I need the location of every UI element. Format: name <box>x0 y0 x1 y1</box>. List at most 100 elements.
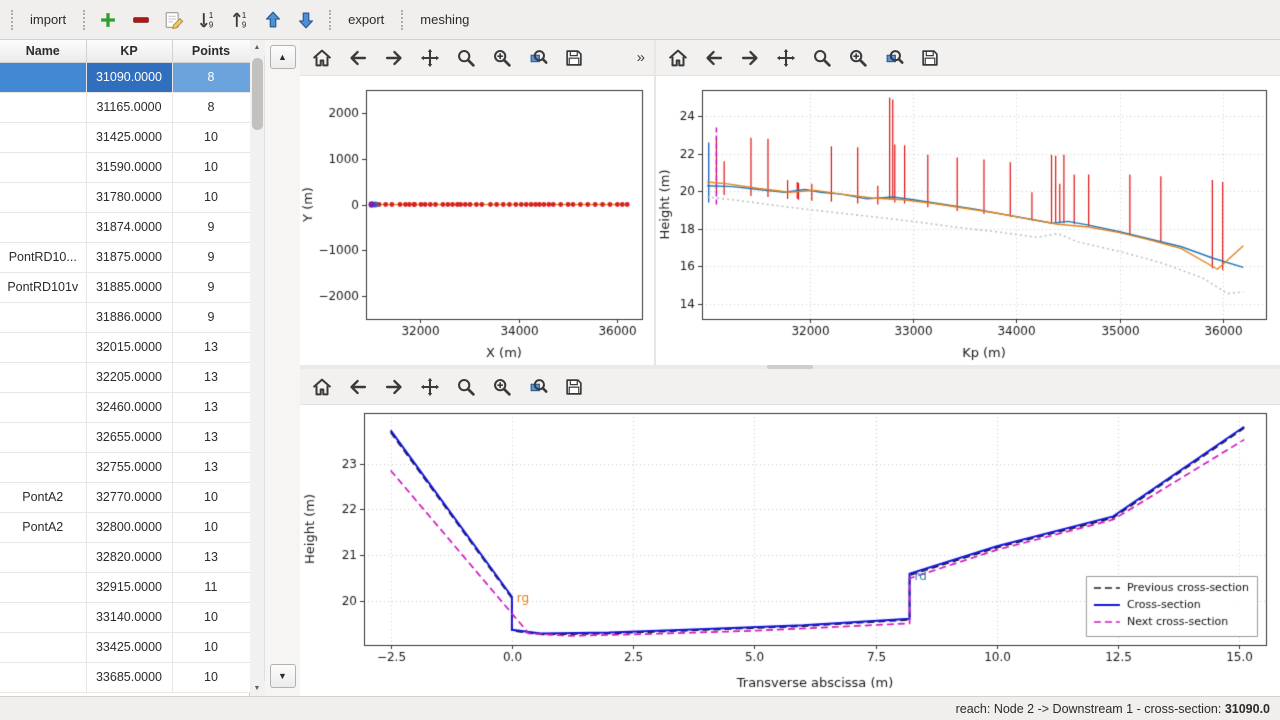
table-cell-kp[interactable]: 31090.0000 <box>86 62 172 92</box>
table-cell-kp[interactable]: 32800.0000 <box>86 512 172 542</box>
table-cell-points[interactable]: 10 <box>172 182 250 212</box>
move-row-down-button[interactable]: ▼ <box>270 664 296 688</box>
table-cell-points[interactable]: 13 <box>172 542 250 572</box>
back-button[interactable] <box>341 372 375 402</box>
table-row[interactable]: 33685.000010 <box>0 662 250 692</box>
table-cell-name[interactable] <box>0 632 86 662</box>
table-cell-points[interactable]: 8 <box>172 92 250 122</box>
table-cell-kp[interactable]: 32460.0000 <box>86 392 172 422</box>
table-cell-name[interactable] <box>0 452 86 482</box>
table-row[interactable]: 31780.000010 <box>0 182 250 212</box>
toolbar-overflow-chevron[interactable]: » <box>633 49 649 66</box>
move-down-button[interactable] <box>291 5 321 35</box>
table-cell-kp[interactable]: 32755.0000 <box>86 452 172 482</box>
column-header-points[interactable]: Points <box>172 40 250 62</box>
table-cell-name[interactable]: PontRD101v <box>0 272 86 302</box>
home-button[interactable] <box>305 43 339 73</box>
cross-section-plot[interactable] <box>300 405 1280 695</box>
table-row[interactable]: PontRD10...31875.00009 <box>0 242 250 272</box>
table-row[interactable]: 31874.00009 <box>0 212 250 242</box>
pan-button[interactable] <box>769 43 803 73</box>
table-row[interactable]: PontRD101v31885.00009 <box>0 272 250 302</box>
table-cell-kp[interactable]: 32015.0000 <box>86 332 172 362</box>
table-cell-points[interactable]: 10 <box>172 602 250 632</box>
table-cell-name[interactable]: PontA2 <box>0 482 86 512</box>
table-cell-name[interactable] <box>0 572 86 602</box>
table-cell-kp[interactable]: 31165.0000 <box>86 92 172 122</box>
table-cell-points[interactable]: 9 <box>172 302 250 332</box>
save-button[interactable] <box>913 43 947 73</box>
table-cell-name[interactable] <box>0 302 86 332</box>
table-row[interactable]: 31165.00008 <box>0 92 250 122</box>
table-cell-kp[interactable]: 32915.0000 <box>86 572 172 602</box>
pan-button[interactable] <box>413 43 447 73</box>
table-row[interactable]: 32755.000013 <box>0 452 250 482</box>
add-cross-section-button[interactable] <box>93 5 123 35</box>
table-row[interactable]: 32205.000013 <box>0 362 250 392</box>
table-cell-points[interactable]: 10 <box>172 482 250 512</box>
table-cell-points[interactable]: 10 <box>172 122 250 152</box>
table-cell-name[interactable] <box>0 602 86 632</box>
forward-button[interactable] <box>733 43 767 73</box>
table-row[interactable]: 33425.000010 <box>0 632 250 662</box>
meshing-button[interactable]: meshing <box>411 7 478 32</box>
table-row[interactable]: 31590.000010 <box>0 152 250 182</box>
table-cell-points[interactable]: 10 <box>172 152 250 182</box>
table-cell-points[interactable]: 10 <box>172 662 250 692</box>
table-cell-points[interactable]: 13 <box>172 362 250 392</box>
zoom-rect-button[interactable] <box>521 372 555 402</box>
zoom-button[interactable] <box>805 43 839 73</box>
table-cell-points[interactable]: 9 <box>172 272 250 302</box>
table-cell-kp[interactable]: 31875.0000 <box>86 242 172 272</box>
table-row[interactable]: 31090.00008 <box>0 62 250 92</box>
table-cell-points[interactable]: 10 <box>172 512 250 542</box>
table-cell-points[interactable]: 10 <box>172 632 250 662</box>
table-cell-points[interactable]: 8 <box>172 62 250 92</box>
table-cell-kp[interactable]: 33425.0000 <box>86 632 172 662</box>
zoom-in-button[interactable] <box>841 43 875 73</box>
table-cell-kp[interactable]: 32655.0000 <box>86 422 172 452</box>
table-cell-name[interactable] <box>0 362 86 392</box>
table-cell-kp[interactable]: 31780.0000 <box>86 182 172 212</box>
longitudinal-profile-plot[interactable] <box>656 76 1280 365</box>
table-cell-kp[interactable]: 31886.0000 <box>86 302 172 332</box>
zoom-button[interactable] <box>449 372 483 402</box>
table-cell-points[interactable]: 11 <box>172 572 250 602</box>
table-cell-name[interactable]: PontA2 <box>0 512 86 542</box>
table-row[interactable]: 32655.000013 <box>0 422 250 452</box>
table-cell-name[interactable] <box>0 332 86 362</box>
table-row[interactable]: 31425.000010 <box>0 122 250 152</box>
export-button[interactable]: export <box>339 7 393 32</box>
table-row[interactable]: 32460.000013 <box>0 392 250 422</box>
table-row[interactable]: 32915.000011 <box>0 572 250 602</box>
table-cell-name[interactable] <box>0 182 86 212</box>
zoom-in-button[interactable] <box>485 43 519 73</box>
table-cell-points[interactable]: 13 <box>172 452 250 482</box>
edit-cross-section-button[interactable] <box>159 5 189 35</box>
save-button[interactable] <box>557 43 591 73</box>
table-cell-name[interactable] <box>0 392 86 422</box>
table-row[interactable]: 32015.000013 <box>0 332 250 362</box>
scrollbar-thumb[interactable] <box>252 58 263 130</box>
home-button[interactable] <box>305 372 339 402</box>
sort-descending-button[interactable]: 19 <box>192 5 222 35</box>
scrollbar-track[interactable] <box>250 55 265 681</box>
table-cell-kp[interactable]: 31425.0000 <box>86 122 172 152</box>
back-button[interactable] <box>341 43 375 73</box>
sort-ascending-button[interactable]: 19 <box>225 5 255 35</box>
table-row[interactable]: PontA232800.000010 <box>0 512 250 542</box>
table-cell-name[interactable] <box>0 212 86 242</box>
table-cell-name[interactable] <box>0 422 86 452</box>
table-cell-name[interactable] <box>0 152 86 182</box>
forward-button[interactable] <box>377 372 411 402</box>
scroll-up-button[interactable]: ▲ <box>250 40 265 55</box>
table-cell-points[interactable]: 13 <box>172 392 250 422</box>
table-cell-name[interactable] <box>0 542 86 572</box>
back-button[interactable] <box>697 43 731 73</box>
table-cell-kp[interactable]: 31885.0000 <box>86 272 172 302</box>
column-header-kp[interactable]: KP <box>86 40 172 62</box>
table-cell-name[interactable] <box>0 662 86 692</box>
table-cell-kp[interactable]: 32820.0000 <box>86 542 172 572</box>
zoom-button[interactable] <box>449 43 483 73</box>
zoom-rect-button[interactable] <box>877 43 911 73</box>
